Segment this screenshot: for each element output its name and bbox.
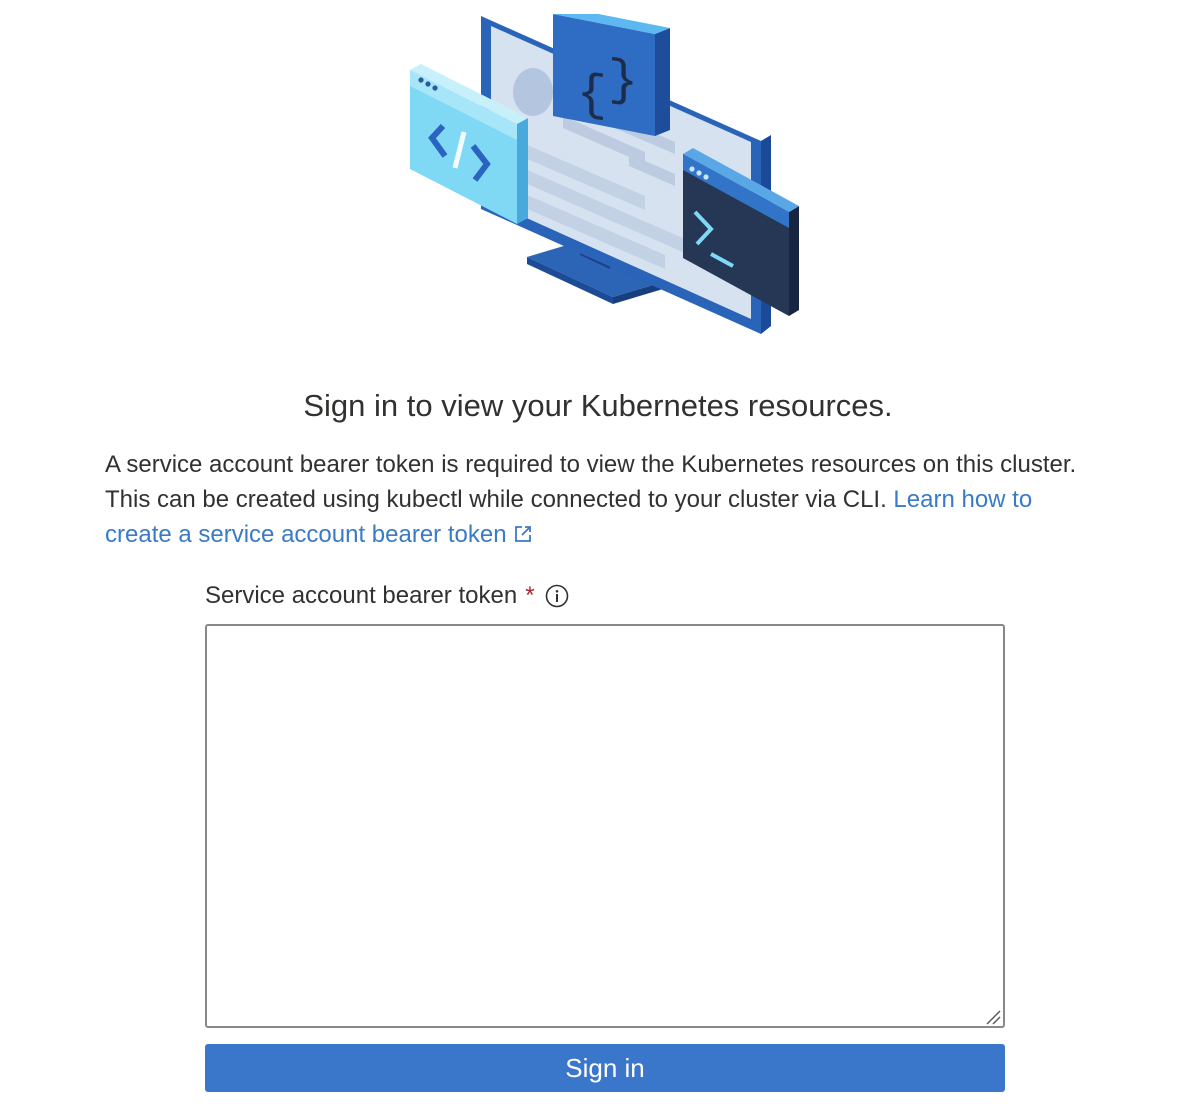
resize-handle-icon[interactable] [984,1008,1002,1026]
sign-in-page: { } Sign in to view your Kubernetes reso… [0,0,1196,1110]
svg-text:}: } [608,52,638,113]
external-link-icon[interactable] [513,524,533,544]
sign-in-button[interactable]: Sign in [205,1044,1005,1092]
svg-text:{: { [577,65,607,126]
page-title: Sign in to view your Kubernetes resource… [303,388,893,423]
token-field-label: Service account bearer token * [205,582,569,610]
kubernetes-devices-illustration: { } [410,14,799,334]
token-label-text: Service account bearer token [205,582,518,609]
token-input[interactable] [205,624,1005,1028]
info-icon[interactable] [545,584,569,608]
required-indicator: * [525,582,535,609]
description: A service account bearer token is requir… [105,447,1105,552]
